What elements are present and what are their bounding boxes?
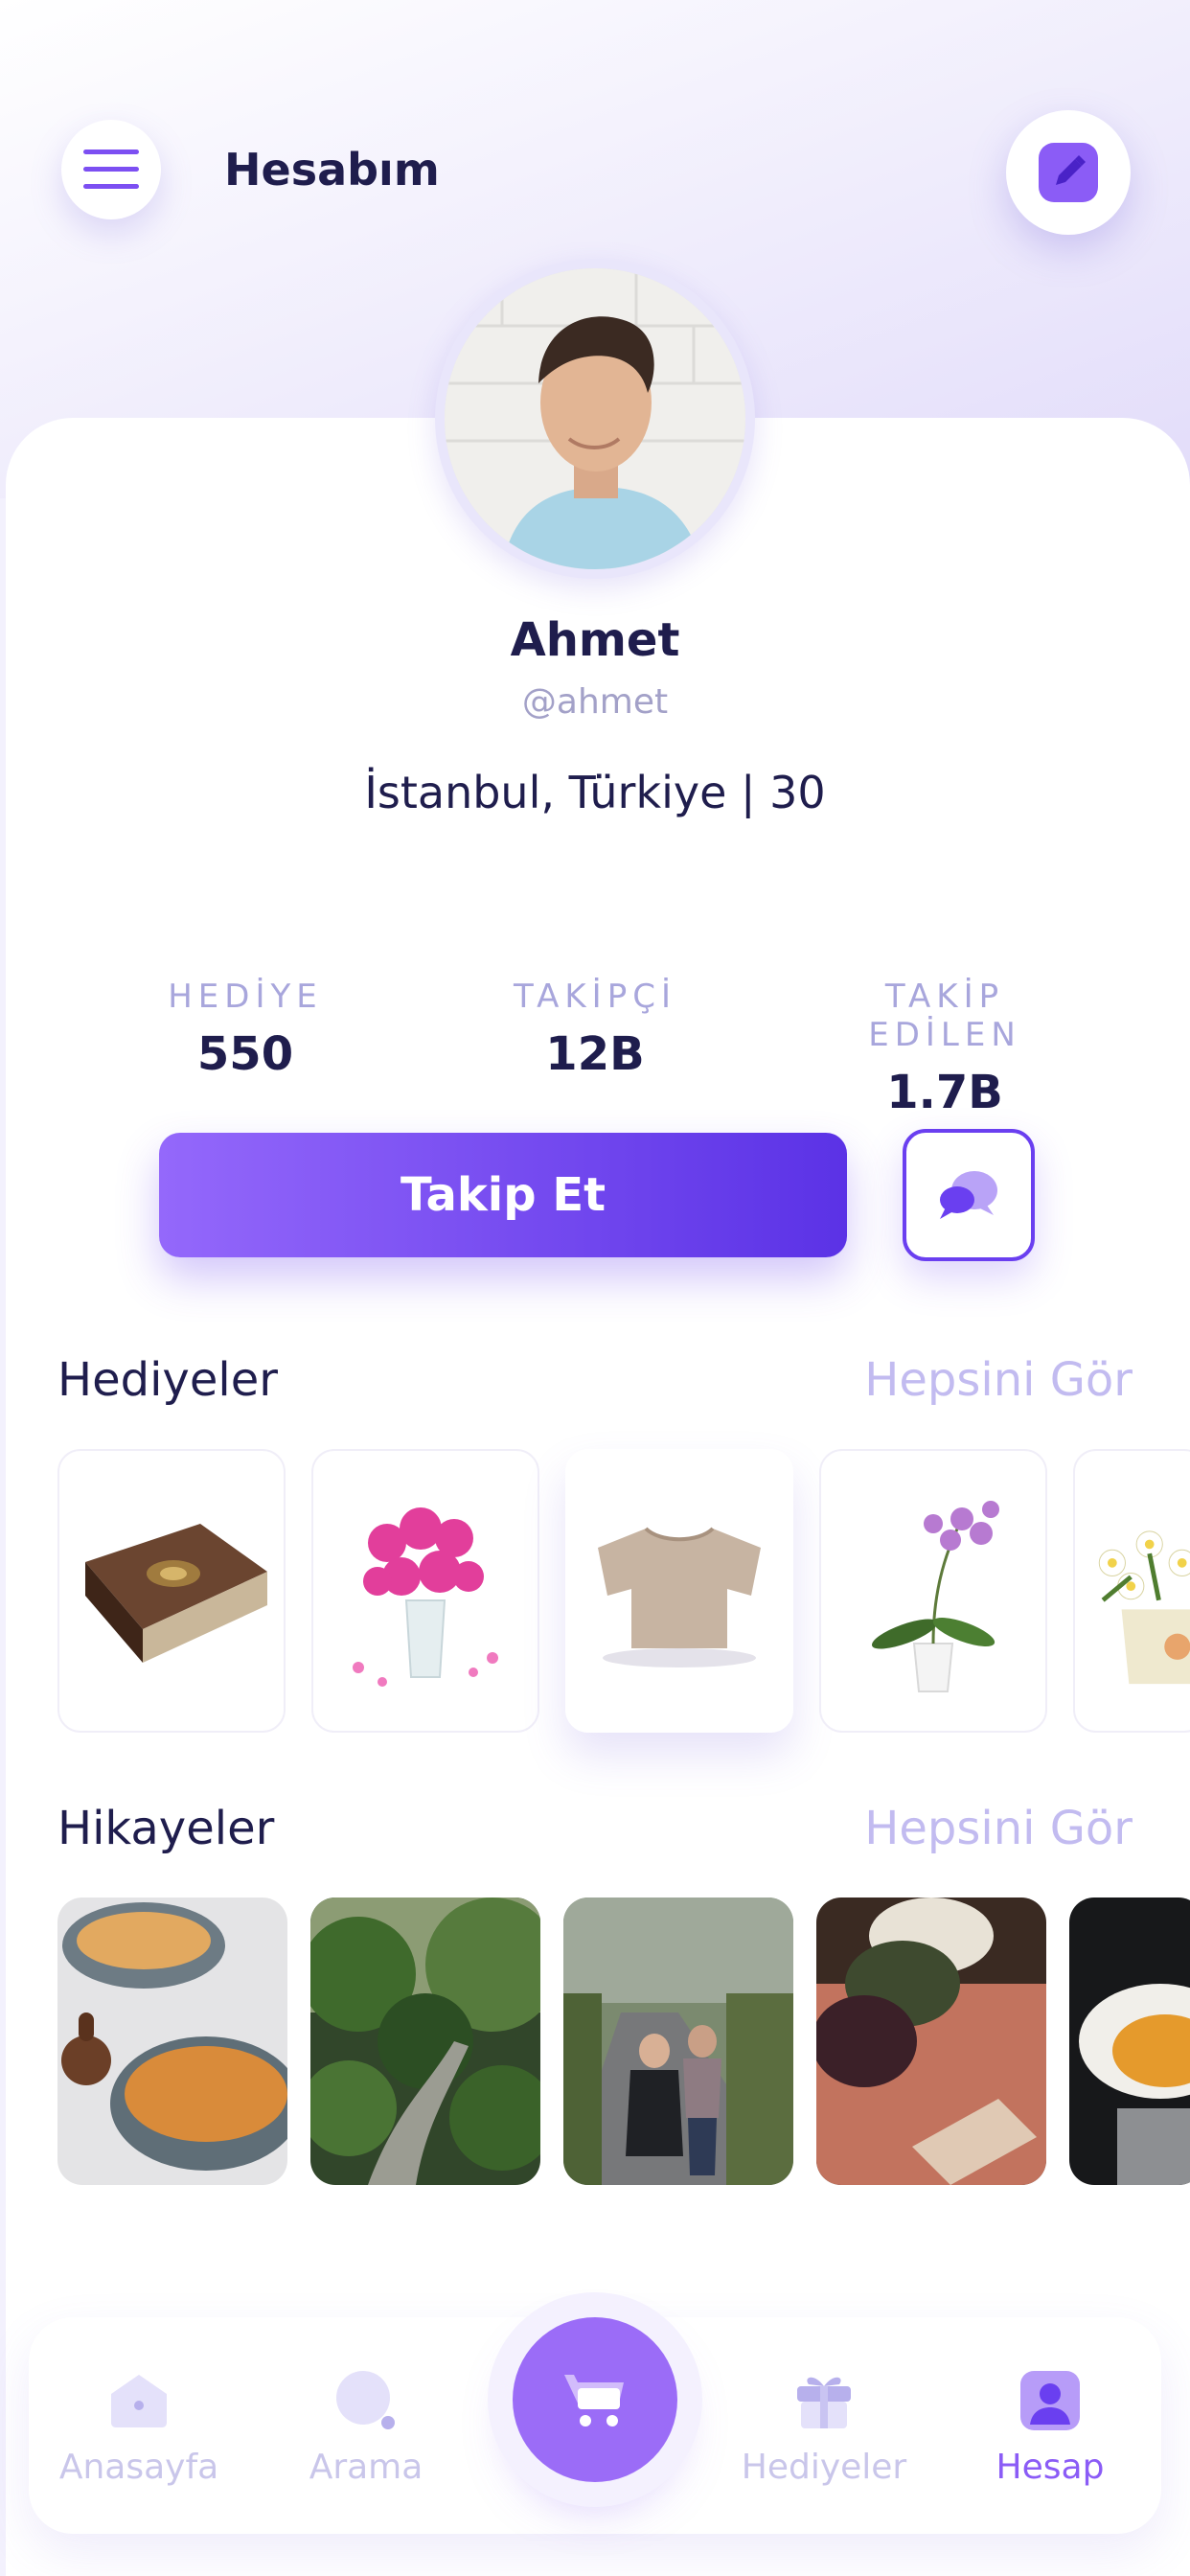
gift-item[interactable]: [311, 1449, 539, 1733]
menu-button[interactable]: [61, 120, 161, 219]
orchid-icon: [871, 1501, 999, 1692]
story-forest-photo: [310, 1898, 540, 2185]
stat-value: 1.7B: [886, 1066, 1003, 1119]
stat-value: 550: [196, 1027, 294, 1081]
message-button[interactable]: [903, 1129, 1035, 1261]
story-item[interactable]: [816, 1898, 1046, 2185]
nav-item-home[interactable]: Anasayfa: [34, 2367, 244, 2487]
gift-item[interactable]: [1073, 1449, 1190, 1733]
nav-item-gifts[interactable]: Hediyeler: [719, 2367, 929, 2487]
stat-label: HEDİYE: [168, 978, 323, 1016]
stat-gifts: HEDİYE 550: [102, 978, 389, 1081]
search-icon: [336, 2371, 395, 2429]
gift-icon: [797, 2377, 851, 2428]
gift-item[interactable]: [819, 1449, 1047, 1733]
stat-following: TAKİP EDİLEN 1.7B: [801, 978, 1088, 1119]
home-icon: [111, 2375, 167, 2427]
hamburger-icon: [83, 150, 139, 189]
story-item[interactable]: [1069, 1898, 1190, 2185]
story-coffee-photo: [1069, 1898, 1190, 2185]
nav-label: Anasayfa: [58, 2448, 219, 2487]
stat-value: 12B: [545, 1027, 645, 1081]
nav-label: Hesap: [995, 2448, 1105, 2487]
user-icon: [1020, 2371, 1080, 2430]
chat-bubbles-icon: [940, 1171, 997, 1219]
story-item[interactable]: [563, 1898, 793, 2185]
stories-section-title: Hikayeler: [57, 1802, 275, 1855]
profile-location: İstanbul, Türkiye | 30: [364, 767, 826, 818]
nav-item-account[interactable]: Hesap: [945, 2367, 1156, 2487]
gifts-section-title: Hediyeler: [57, 1353, 278, 1407]
story-couple-photo: [563, 1898, 793, 2185]
story-item[interactable]: [57, 1898, 287, 2185]
nav-item-search[interactable]: Arama: [261, 2367, 471, 2487]
nav-label: Arama: [309, 2448, 423, 2487]
profile-handle: @ahmet: [521, 682, 669, 722]
plant-pot-icon: [1098, 1530, 1190, 1685]
flower-bouquet-icon: [353, 1507, 498, 1687]
gifts-see-all-link[interactable]: Hepsini Gör: [864, 1353, 1133, 1407]
story-sofa-photo: [816, 1898, 1046, 2185]
cart-icon: [564, 2375, 624, 2426]
gift-item[interactable]: [57, 1449, 286, 1733]
book-icon: [85, 1524, 267, 1663]
stories-see-all-link[interactable]: Hepsini Gör: [864, 1802, 1133, 1855]
tshirt-icon: [598, 1527, 761, 1668]
nav-label: Hediyeler: [741, 2448, 907, 2487]
edit-profile-button[interactable]: [1006, 110, 1131, 235]
profile-name: Ahmet: [510, 613, 680, 667]
avatar: [435, 259, 755, 579]
stat-label: TAKİP EDİLEN: [868, 978, 1021, 1054]
stat-followers: TAKİPÇİ 12B: [451, 978, 739, 1081]
story-soup-photo: [57, 1898, 287, 2185]
gift-item-selected[interactable]: [565, 1449, 793, 1733]
avatar-photo: [445, 268, 745, 569]
stat-label: TAKİPÇİ: [514, 978, 676, 1016]
story-item[interactable]: [310, 1898, 540, 2185]
cart-button[interactable]: [513, 2317, 677, 2482]
edit-icon: [1039, 143, 1098, 202]
follow-button[interactable]: Takip Et: [159, 1133, 847, 1257]
page-title: Hesabım: [224, 144, 440, 196]
